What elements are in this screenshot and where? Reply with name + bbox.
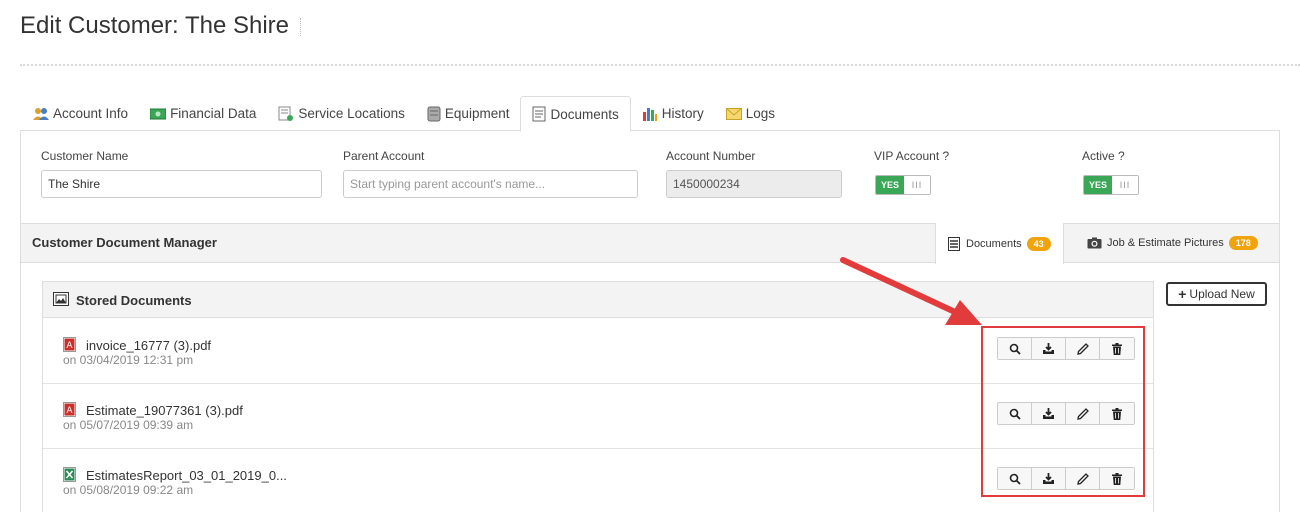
location-icon <box>278 106 294 122</box>
document-icon <box>532 106 546 122</box>
document-name[interactable]: Estimate_19077361 (3).pdf <box>86 403 243 418</box>
archive-icon <box>53 292 69 311</box>
parent-account-input[interactable] <box>343 170 638 198</box>
tab-label: Financial Data <box>170 106 257 121</box>
toggle-yes: YES <box>1084 176 1112 194</box>
plus-icon: + <box>1178 286 1187 302</box>
tab-label: Logs <box>745 106 776 121</box>
stored-documents-header <box>43 282 1153 318</box>
svg-text:A: A <box>66 341 73 351</box>
tab-label: Documents <box>550 106 619 122</box>
document-name[interactable]: invoice_16777 (3).pdf <box>86 338 211 353</box>
tab-history[interactable]: History <box>631 96 715 131</box>
active-label: Active ? <box>1082 149 1125 163</box>
tab-label: History <box>661 106 704 121</box>
tab-label: Account Info <box>53 106 129 121</box>
customer-name-label: Customer Name <box>41 149 129 163</box>
document-name[interactable]: EstimatesReport_03_01_2019_0... <box>86 468 287 483</box>
subtab-label: Job & Estimate Pictures <box>1107 237 1224 249</box>
tab-service-locations[interactable]: Service Locations <box>267 96 416 131</box>
money-icon <box>150 108 167 120</box>
annotation-highlight-box <box>981 326 1145 497</box>
upload-new-button[interactable]: + Upload New <box>1166 282 1267 306</box>
toggle-grip: III <box>1112 176 1138 194</box>
customer-name-input[interactable] <box>41 170 322 198</box>
count-badge: 178 <box>1228 236 1258 250</box>
document-manager-title: Customer Document Manager <box>32 235 217 250</box>
svg-text:A: A <box>66 406 73 416</box>
active-toggle[interactable]: YES III <box>1083 175 1139 195</box>
count-badge: 43 <box>1026 236 1051 251</box>
equipment-icon <box>427 106 441 122</box>
tab-equipment[interactable]: Equipment <box>416 96 521 131</box>
main-tabs: Account Info Financial Data Service Loca… <box>22 96 786 132</box>
toggle-grip: III <box>904 176 930 194</box>
title-caret <box>300 18 301 36</box>
tab-financial-data[interactable]: Financial Data <box>139 96 267 131</box>
document-date: on 03/04/2019 12:31 pm <box>63 353 194 367</box>
document-icon <box>948 236 960 251</box>
subtab-label: Documents <box>966 237 1022 250</box>
tab-label: Service Locations <box>298 106 405 121</box>
parent-account-label: Parent Account <box>343 149 425 163</box>
envelope-icon <box>725 107 742 120</box>
vip-account-label: VIP Account ? <box>874 149 950 163</box>
account-number-input[interactable] <box>666 170 842 198</box>
toggle-yes: YES <box>876 176 904 194</box>
document-date: on 05/07/2019 09:39 am <box>63 418 194 432</box>
tab-label: Equipment <box>444 106 510 121</box>
tab-job-estimate-pictures[interactable]: Job & Estimate Pictures 178 <box>1075 223 1270 263</box>
tab-account-info[interactable]: Account Info <box>22 96 139 131</box>
tab-documents[interactable]: Documents <box>520 96 631 132</box>
camera-icon <box>1087 237 1102 249</box>
title-divider <box>20 64 1300 66</box>
stored-documents-title: Stored Documents <box>76 293 192 308</box>
tab-documents-subtab[interactable]: Documents 43 <box>935 223 1064 264</box>
page-title: Edit Customer: The Shire <box>20 12 290 39</box>
vip-account-toggle[interactable]: YES III <box>875 175 931 195</box>
tab-logs[interactable]: Logs <box>715 96 786 131</box>
users-icon <box>33 107 49 121</box>
document-date: on 05/08/2019 09:22 am <box>63 483 194 497</box>
account-number-label: Account Number <box>666 149 756 163</box>
chart-icon <box>642 106 658 122</box>
upload-label: Upload New <box>1189 287 1255 301</box>
